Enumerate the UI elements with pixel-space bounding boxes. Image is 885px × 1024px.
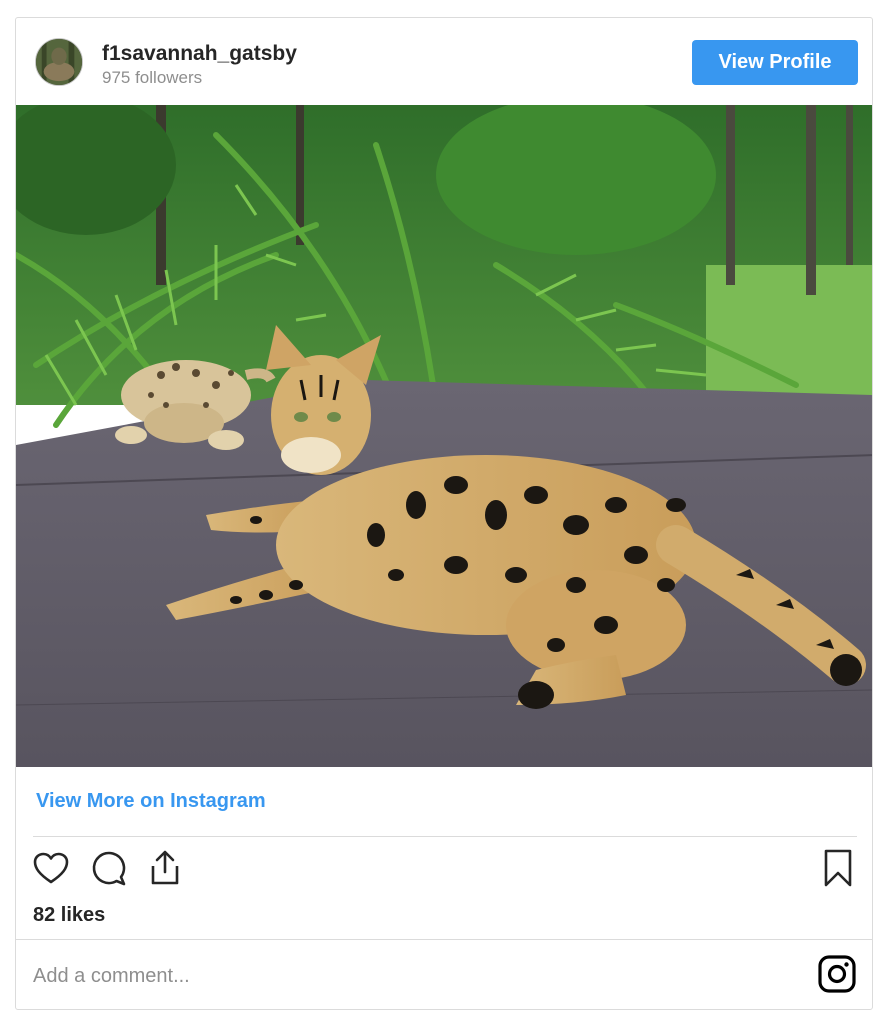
instagram-logo-icon[interactable] (818, 955, 856, 993)
share-icon[interactable] (145, 848, 185, 888)
avatar[interactable] (35, 38, 83, 86)
like-count[interactable]: 82 likes (33, 904, 105, 927)
instagram-embed-card: f1savannah_gatsby 975 followers View Pro… (15, 17, 873, 1010)
divider (33, 836, 857, 837)
post-header: f1savannah_gatsby 975 followers View Pro… (16, 18, 872, 106)
comment-input[interactable] (33, 954, 793, 998)
heart-icon[interactable] (31, 848, 71, 888)
comment-icon[interactable] (88, 848, 128, 888)
follower-count: 975 followers (102, 68, 203, 87)
divider (16, 939, 872, 940)
view-profile-button[interactable]: View Profile (692, 40, 858, 85)
username[interactable]: f1savannah_gatsby (102, 42, 297, 66)
bookmark-icon[interactable] (818, 848, 858, 888)
action-bar (16, 848, 872, 894)
post-image[interactable] (16, 105, 872, 767)
view-more-on-instagram-link[interactable]: View More on Instagram (36, 790, 266, 813)
